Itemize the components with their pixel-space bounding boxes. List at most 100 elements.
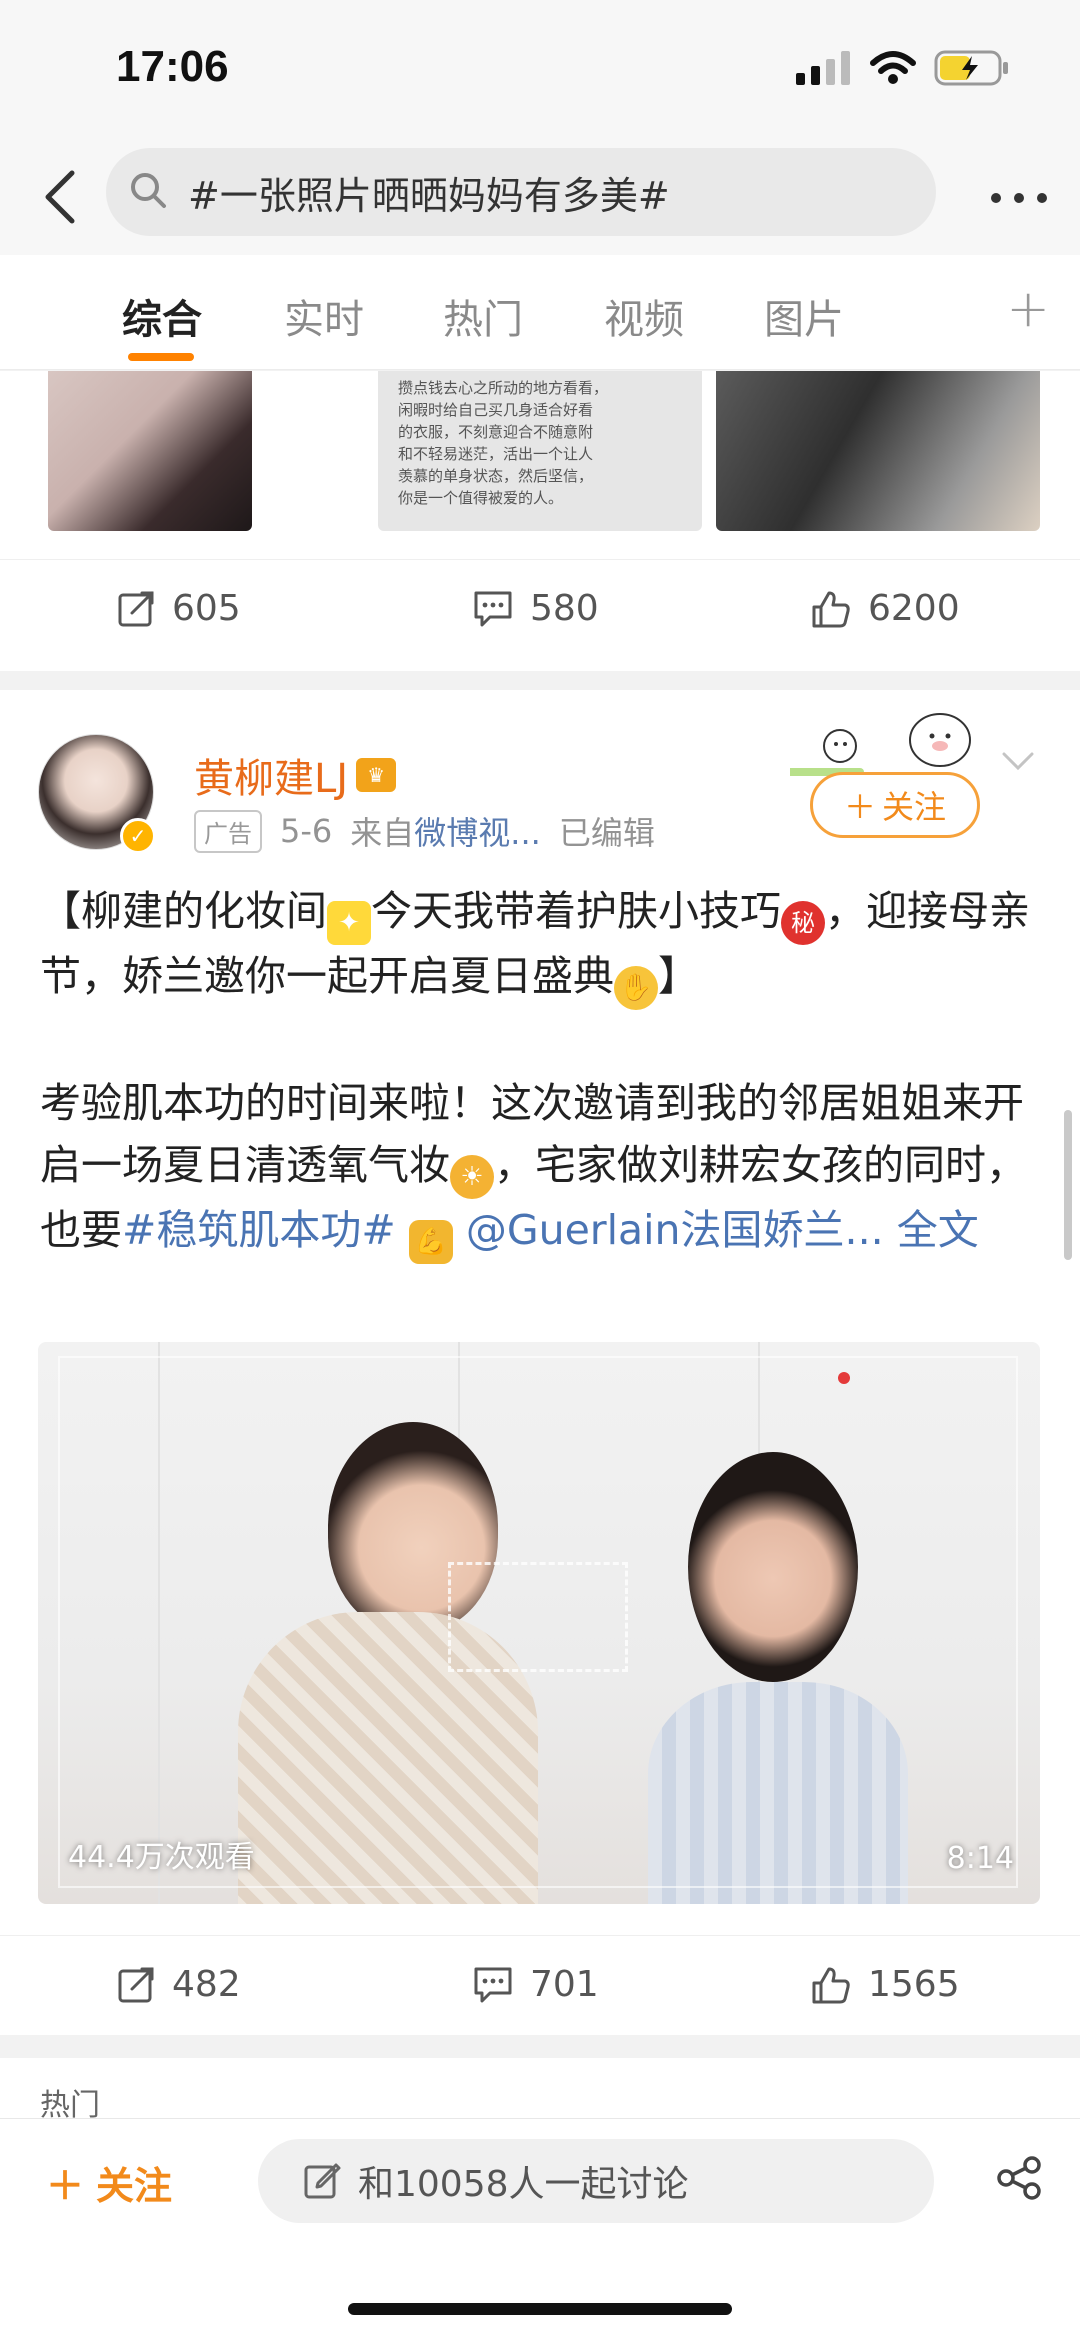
- hashtag-link[interactable]: #稳筑肌本功#: [122, 1206, 396, 1254]
- chevron-left-icon: [45, 170, 75, 224]
- clap-emoji-icon: ✋: [614, 966, 658, 1010]
- more-options-button[interactable]: [984, 178, 1054, 218]
- muscle-emoji-icon: 💪: [408, 1220, 453, 1264]
- mention-link[interactable]: @Guerlain法国娇兰: [466, 1206, 845, 1254]
- edit-icon: [304, 2163, 341, 2199]
- follow-area: ＋ 关注: [790, 710, 1040, 850]
- post-paragraph: 考验肌本功的时间来啦！这次邀请到我的邻居姐姐来开启一场夏日清透氧气妆 ☀ ，宅家做刘…: [40, 1072, 1045, 1264]
- follow-topic-label: 关注: [96, 2164, 173, 2208]
- repost-icon: [118, 1967, 154, 2002]
- chevron-down-icon: [1002, 752, 1034, 771]
- tab-video[interactable]: 视频: [604, 287, 684, 345]
- like-button[interactable]: 6200: [810, 588, 960, 629]
- status-icons: [796, 50, 1010, 90]
- video-view-count: 44.4万次观看: [68, 1840, 255, 1875]
- secret-emoji-icon: 秘: [781, 901, 825, 945]
- repost-count: 605: [172, 588, 241, 629]
- comment-icon: [474, 591, 512, 626]
- tab-hot[interactable]: 热门: [443, 287, 523, 345]
- follow-button[interactable]: ＋ 关注: [810, 772, 980, 838]
- share-icon: [997, 2156, 1041, 2200]
- post-card: ✓ 黄柳建LJ ♛ 广告 5-6 来自微博视... 已编辑 ＋ 关注 【柳建的化…: [0, 690, 1080, 2035]
- post-image-text[interactable]: 攒点钱去心之所动的地方看看， 闲暇时给自己买几身适合好看 的衣服，不刻意迎合不随…: [378, 371, 702, 531]
- like-count: 1565: [868, 1964, 960, 2005]
- edited-label: 已编辑: [558, 814, 655, 852]
- search-query: #一张照片晒晒妈妈有多美#: [188, 173, 670, 218]
- status-time: 17:06: [116, 42, 229, 91]
- crown-icon: ♛: [356, 758, 397, 792]
- tab-images[interactable]: 图片: [764, 287, 844, 345]
- discuss-input[interactable]: 和10058人一起讨论: [258, 2139, 934, 2223]
- post-author[interactable]: 黄柳建LJ ♛: [194, 746, 397, 804]
- image-text-line: 攒点钱去心之所动的地方看看，: [398, 379, 609, 397]
- focus-box-overlay: [448, 1562, 628, 1672]
- record-dot-icon: [838, 1372, 850, 1384]
- cellular-signal-icon: [796, 51, 852, 89]
- status-bar: 17:06: [0, 0, 1080, 140]
- more-dots-icon: [991, 193, 1047, 203]
- share-button[interactable]: [994, 2153, 1044, 2207]
- post-text[interactable]: 【柳建的化妆间 ✦ 今天我带着护肤小技巧秘，迎接母亲节，娇兰邀你一起开启夏日盛典 ✋】…: [40, 880, 1045, 1264]
- wifi-icon: [870, 51, 916, 89]
- comment-count: 701: [530, 1964, 599, 2005]
- repost-button[interactable]: 605: [116, 588, 241, 629]
- comment-button[interactable]: 580: [472, 588, 599, 629]
- comment-button[interactable]: 701: [472, 1964, 599, 2005]
- scrollbar[interactable]: [1064, 1110, 1072, 1260]
- repost-icon: [118, 591, 154, 626]
- text-ellipsis: ...: [844, 1206, 884, 1254]
- video-duration: 8:14: [946, 1841, 1014, 1876]
- sparkles-emoji-icon: ✦: [327, 901, 371, 945]
- image-text-line: 你是一个值得被爱的人。: [398, 489, 564, 507]
- post-actions: 482 701 1565: [0, 1935, 1080, 2035]
- username[interactable]: 黄柳建LJ: [194, 746, 348, 804]
- search-icon: [128, 170, 168, 214]
- tab-bar: 综合 实时 热门 视频 图片 +: [0, 255, 1080, 370]
- post-date: 5-6: [280, 812, 333, 850]
- source-link[interactable]: 微博视...: [414, 814, 541, 852]
- active-tab-indicator: [128, 353, 194, 361]
- text-segment: 】: [658, 952, 699, 1000]
- plus-icon: ＋: [843, 788, 876, 826]
- image-text-line: 的衣服，不刻意迎合不随意附: [398, 423, 594, 441]
- ad-badge: 广告: [194, 809, 262, 853]
- plus-icon: ＋: [46, 2164, 85, 2208]
- post-card: 攒点钱去心之所动的地方看看， 闲暇时给自己买几身适合好看 的衣服，不刻意迎合不随…: [0, 371, 1080, 671]
- post-menu-button[interactable]: [1000, 750, 1036, 776]
- post-paragraph: 【柳建的化妆间 ✦ 今天我带着护肤小技巧秘，迎接母亲节，娇兰邀你一起开启夏日盛典 ✋】: [40, 880, 1045, 1010]
- repost-button[interactable]: 482: [116, 1964, 241, 2005]
- search-input[interactable]: #一张照片晒晒妈妈有多美#: [106, 148, 936, 236]
- like-count: 6200: [868, 588, 960, 629]
- text-segment: 今天我带着护肤小技巧: [371, 887, 781, 935]
- text-segment: 【柳建的化妆间: [40, 887, 327, 935]
- bottom-bar: ＋ 关注 和10058人一起讨论: [0, 2118, 1080, 2337]
- like-button[interactable]: 1565: [810, 1964, 960, 2005]
- read-full-text-link[interactable]: 全文: [897, 1206, 979, 1254]
- search-header: #一张照片晒晒妈妈有多美#: [0, 140, 1080, 255]
- thumbs-up-icon: [812, 1967, 850, 2003]
- video-player[interactable]: 44.4万次观看 8:14: [38, 1342, 1040, 1904]
- comment-icon: [474, 1967, 512, 2002]
- follow-topic-button[interactable]: ＋ 关注: [46, 2155, 172, 2210]
- post-meta: 广告 5-6 来自微博视... 已编辑: [194, 808, 655, 854]
- home-indicator[interactable]: [348, 2303, 732, 2315]
- repost-count: 482: [172, 1964, 241, 2005]
- follow-label: 关注: [882, 788, 947, 826]
- tab-realtime[interactable]: 实时: [284, 287, 364, 345]
- image-text-line: 羡慕的单身状态，然后坚信，: [398, 467, 594, 485]
- tab-comprehensive[interactable]: 综合: [122, 287, 202, 345]
- back-button[interactable]: [30, 162, 90, 232]
- add-tab-icon[interactable]: +: [1006, 279, 1050, 339]
- thumbs-up-icon: [812, 591, 850, 627]
- post-image[interactable]: [48, 371, 252, 531]
- source-prefix: 来自: [350, 814, 415, 852]
- sun-emoji-icon: ☀: [450, 1155, 494, 1199]
- battery-icon: [934, 50, 1010, 90]
- discuss-label: 和10058人一起讨论: [358, 2164, 689, 2205]
- post-image[interactable]: [716, 371, 1040, 531]
- post-actions: 605 580 6200: [0, 559, 1080, 659]
- post-source: 来自微博视...: [350, 808, 541, 854]
- image-text-line: 闲暇时给自己买几身适合好看: [398, 401, 594, 419]
- comment-count: 580: [530, 588, 599, 629]
- image-text-line: 和不轻易迷茫，活出一个让人: [398, 445, 594, 463]
